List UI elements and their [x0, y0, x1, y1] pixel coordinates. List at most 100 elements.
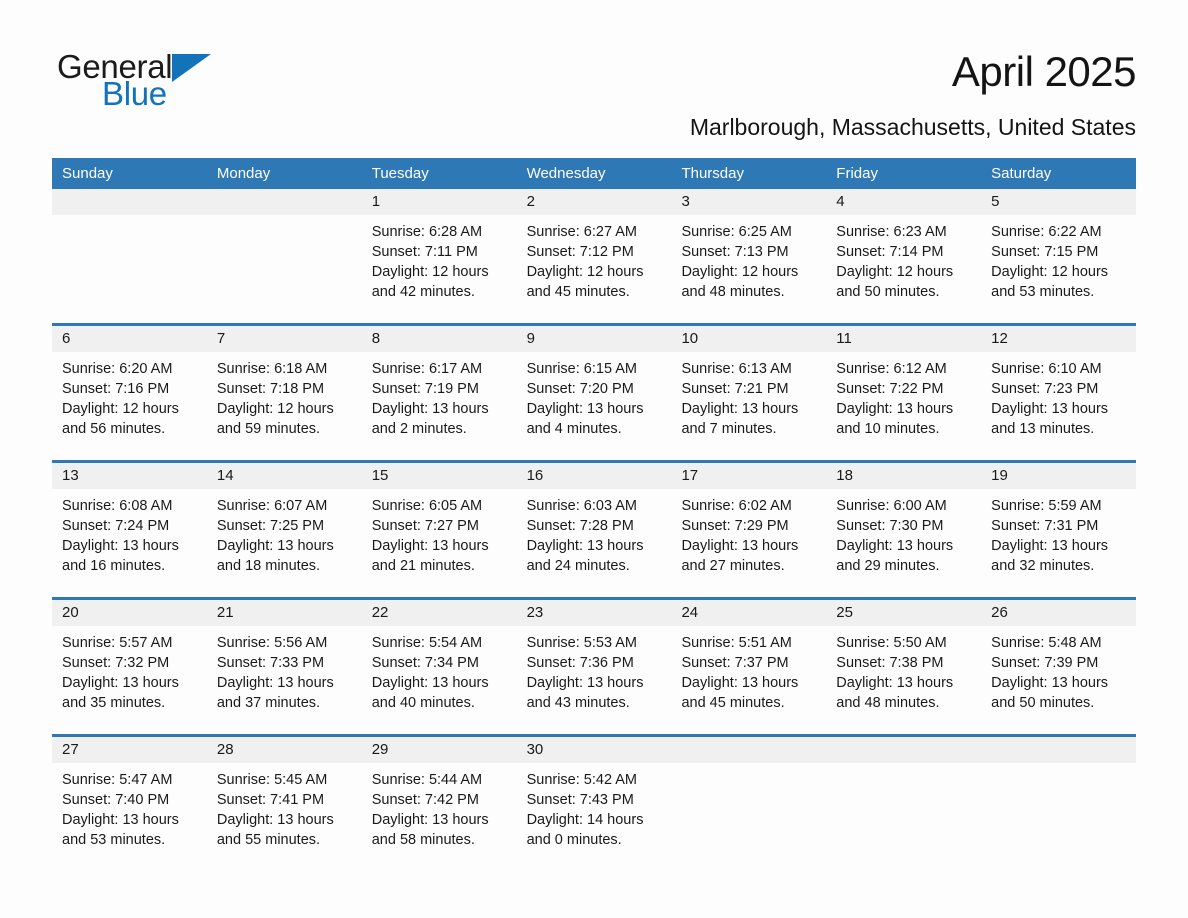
day-cell[interactable]: Sunrise: 6:08 AM Sunset: 7:24 PM Daylight:…: [52, 489, 207, 597]
sunset-text: Sunset: 7:42 PM: [371, 792, 479, 808]
day-cell[interactable]: Sunrise: 6:28 AM Sunset: 7:11 PM Daylight:…: [362, 215, 517, 323]
day-cell[interactable]: Sunrise: 6:17 AM Sunset: 7:19 PM Daylight:…: [362, 352, 517, 460]
daylight-text: Daylight: 12 hours: [371, 264, 489, 280]
daylight-text-cont: and 53 minutes.: [991, 284, 1095, 300]
day-cell[interactable]: Sunrise: 6:10 AM Sunset: 7:23 PM Daylight:…: [981, 352, 1136, 460]
daylight-text-cont: and 35 minutes.: [62, 695, 166, 711]
day-cell[interactable]: Sunrise: 6:22 AM Sunset: 7:15 PM Daylight:…: [981, 215, 1136, 323]
sunrise-text: Sunrise: 5:44 AM: [371, 772, 483, 788]
day-cell[interactable]: Sunrise: 6:07 AM Sunset: 7:25 PM Daylight:…: [207, 489, 362, 597]
day-cell[interactable]: Sunrise: 6:18 AM Sunset: 7:18 PM Daylight:…: [207, 352, 362, 460]
sunset-text: Sunset: 7:14 PM: [836, 244, 944, 260]
day-cell[interactable]: Sunrise: 5:59 AM Sunset: 7:31 PM Daylight:…: [981, 489, 1136, 597]
day-number[interactable]: 21: [207, 600, 362, 626]
daylight-text-cont: and 37 minutes.: [216, 695, 321, 711]
day-number[interactable]: 27: [52, 737, 207, 763]
sunset-text: Sunset: 7:20 PM: [526, 381, 634, 397]
calendar-page: General Blue April 2025 Marlborough, Mas…: [0, 0, 1188, 918]
daylight-text-cont: and 27 minutes.: [681, 558, 785, 574]
day-cell[interactable]: Sunrise: 5:56 AM Sunset: 7:33 PM Daylight:…: [207, 626, 362, 734]
day-cell[interactable]: Sunrise: 5:45 AM Sunset: 7:41 PM Daylight:…: [207, 763, 362, 867]
sunrise-text: Sunrise: 5:45 AM: [216, 772, 328, 788]
day-cell[interactable]: Sunrise: 5:42 AM Sunset: 7:43 PM Daylight:…: [517, 763, 672, 867]
day-cell[interactable]: Sunrise: 5:54 AM Sunset: 7:34 PM Daylight:…: [362, 626, 517, 734]
day-number[interactable]: 5: [981, 189, 1136, 215]
day-number[interactable]: 23: [517, 600, 672, 626]
daylight-text: Daylight: 13 hours: [991, 675, 1109, 691]
sunset-text: Sunset: 7:11 PM: [371, 244, 478, 260]
day-number[interactable]: 12: [981, 326, 1136, 352]
daylight-text-cont: and 18 minutes.: [216, 558, 321, 574]
day-cell[interactable]: Sunrise: 6:12 AM Sunset: 7:22 PM Daylight:…: [826, 352, 981, 460]
sunset-text: Sunset: 7:13 PM: [681, 244, 789, 260]
daylight-text: Daylight: 12 hours: [526, 264, 644, 280]
day-number[interactable]: 6: [52, 326, 207, 352]
daylight-text: Daylight: 13 hours: [216, 675, 334, 691]
daylight-text: Daylight: 13 hours: [371, 812, 489, 828]
sunset-text: Sunset: 7:40 PM: [62, 792, 170, 808]
logo-text-general-row: General: [57, 50, 212, 83]
sunrise-text: Sunrise: 6:15 AM: [526, 361, 637, 377]
day-cell[interactable]: Sunrise: 6:15 AM Sunset: 7:20 PM Daylight:…: [517, 352, 672, 460]
day-cell[interactable]: Sunrise: 5:53 AM Sunset: 7:36 PM Daylight:…: [517, 626, 672, 734]
day-number[interactable]: 7: [207, 326, 362, 352]
day-number-empty: [826, 737, 981, 763]
day-detail-row: Sunrise: 6:08 AM Sunset: 7:24 PM Daylight:…: [52, 489, 1136, 597]
day-cell[interactable]: Sunrise: 5:44 AM Sunset: 7:42 PM Daylight:…: [362, 763, 517, 867]
day-number[interactable]: 11: [826, 326, 981, 352]
day-number[interactable]: 28: [207, 737, 362, 763]
day-number[interactable]: 14: [207, 463, 362, 489]
day-number[interactable]: 18: [826, 463, 981, 489]
day-number[interactable]: 24: [671, 600, 826, 626]
day-cell-empty: [826, 763, 981, 867]
day-number[interactable]: 2: [517, 189, 672, 215]
day-number[interactable]: 15: [362, 463, 517, 489]
day-number[interactable]: 8: [362, 326, 517, 352]
day-cell[interactable]: Sunrise: 5:47 AM Sunset: 7:40 PM Daylight:…: [52, 763, 207, 867]
day-cell[interactable]: Sunrise: 5:51 AM Sunset: 7:37 PM Daylight:…: [671, 626, 826, 734]
day-number[interactable]: 25: [826, 600, 981, 626]
day-number[interactable]: 16: [517, 463, 672, 489]
day-number[interactable]: 29: [362, 737, 517, 763]
day-cell-empty: [981, 763, 1136, 867]
page-header: General Blue April 2025 Marlborough, Mas…: [0, 0, 1188, 140]
day-cell[interactable]: Sunrise: 6:27 AM Sunset: 7:12 PM Daylight:…: [517, 215, 672, 323]
daylight-text-cont: and 4 minutes.: [526, 421, 622, 437]
daylight-text: Daylight: 12 hours: [991, 264, 1109, 280]
day-cell[interactable]: Sunrise: 6:05 AM Sunset: 7:27 PM Daylight:…: [362, 489, 517, 597]
day-detail-row: Sunrise: 5:47 AM Sunset: 7:40 PM Daylight:…: [52, 763, 1136, 867]
sunset-text: Sunset: 7:27 PM: [371, 518, 479, 534]
day-number[interactable]: 20: [52, 600, 207, 626]
sunset-text: Sunset: 7:21 PM: [681, 381, 789, 397]
sunset-text: Sunset: 7:29 PM: [681, 518, 789, 534]
day-cell[interactable]: Sunrise: 6:25 AM Sunset: 7:13 PM Daylight:…: [671, 215, 826, 323]
day-cell[interactable]: Sunrise: 5:48 AM Sunset: 7:39 PM Daylight:…: [981, 626, 1136, 734]
day-cell[interactable]: Sunrise: 6:03 AM Sunset: 7:28 PM Daylight:…: [517, 489, 672, 597]
day-number[interactable]: 9: [517, 326, 672, 352]
sunrise-text: Sunrise: 6:05 AM: [371, 498, 483, 514]
day-number[interactable]: 4: [826, 189, 981, 215]
daylight-text: Daylight: 12 hours: [216, 401, 334, 417]
daylight-text: Daylight: 13 hours: [836, 675, 954, 691]
day-number[interactable]: 10: [671, 326, 826, 352]
day-cell[interactable]: Sunrise: 5:50 AM Sunset: 7:38 PM Daylight:…: [826, 626, 981, 734]
daylight-text: Daylight: 13 hours: [371, 675, 489, 691]
daylight-text: Daylight: 13 hours: [62, 675, 179, 691]
sunrise-text: Sunrise: 6:20 AM: [62, 361, 173, 377]
day-cell[interactable]: Sunrise: 5:57 AM Sunset: 7:32 PM Daylight:…: [52, 626, 207, 734]
day-number[interactable]: 1: [362, 189, 517, 215]
day-number[interactable]: 26: [981, 600, 1136, 626]
day-number[interactable]: 19: [981, 463, 1136, 489]
day-cell[interactable]: Sunrise: 6:20 AM Sunset: 7:16 PM Daylight:…: [52, 352, 207, 460]
day-number[interactable]: 3: [671, 189, 826, 215]
day-number[interactable]: 30: [517, 737, 672, 763]
triangle-icon: [172, 54, 212, 82]
day-cell[interactable]: Sunrise: 6:02 AM Sunset: 7:29 PM Daylight:…: [671, 489, 826, 597]
day-number[interactable]: 13: [52, 463, 207, 489]
sunrise-text: Sunrise: 6:23 AM: [836, 224, 947, 240]
day-cell[interactable]: Sunrise: 6:23 AM Sunset: 7:14 PM Daylight:…: [826, 215, 981, 323]
day-cell[interactable]: Sunrise: 6:00 AM Sunset: 7:30 PM Daylight:…: [826, 489, 981, 597]
day-cell[interactable]: Sunrise: 6:13 AM Sunset: 7:21 PM Daylight:…: [671, 352, 826, 460]
day-number[interactable]: 17: [671, 463, 826, 489]
day-number[interactable]: 22: [362, 600, 517, 626]
